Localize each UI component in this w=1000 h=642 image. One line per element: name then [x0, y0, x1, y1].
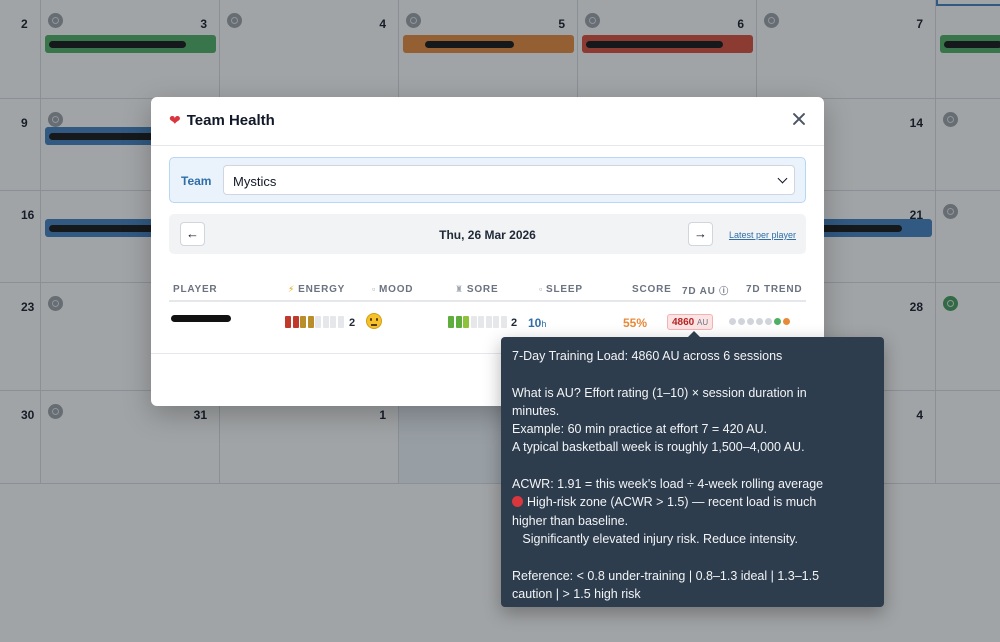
- date-navigation: ← Thu, 26 Mar 2026 → Latest per player: [169, 214, 806, 254]
- lightning-icon: ⚡: [288, 284, 296, 294]
- tooltip-typical-week: A typical basketball week is roughly 1,5…: [512, 440, 805, 455]
- column-header-mood[interactable]: ▫ MOOD: [372, 284, 413, 295]
- column-header-sleep-label: SLEEP: [546, 284, 583, 295]
- column-header-score[interactable]: SCORE: [632, 284, 672, 295]
- modal-header: ❤ Team Health: [151, 97, 824, 146]
- tooltip-risk-zone-cont: higher than baseline.: [512, 513, 629, 528]
- sleep-unit: h: [541, 319, 547, 329]
- modal-title-text: Team Health: [186, 112, 275, 129]
- trend-dots: [729, 318, 792, 325]
- team-select[interactable]: Mystics: [223, 165, 795, 195]
- sore-column-icon: ♜: [455, 284, 464, 294]
- energy-count: 2: [349, 317, 356, 329]
- latest-per-player-link[interactable]: Latest per player: [729, 230, 796, 240]
- tooltip-risk-zone-text: High-risk zone (ACWR > 1.5) — recent loa…: [527, 495, 817, 510]
- au-value: 4860: [672, 317, 695, 328]
- player-name-redacted: [171, 315, 231, 322]
- team-selector-box: Team Mystics: [169, 157, 806, 203]
- heart-icon: ❤: [169, 112, 181, 128]
- team-label: Team: [181, 174, 212, 188]
- sore-count: 2: [511, 317, 518, 329]
- mood-column-icon: ▫: [372, 284, 376, 294]
- next-day-button[interactable]: →: [688, 222, 713, 246]
- neutral-face-icon: [366, 313, 382, 329]
- tooltip-au-definition-cont: minutes.: [512, 403, 560, 418]
- sleep-value: 10h: [528, 316, 546, 330]
- column-header-energy-label: ENERGY: [298, 284, 346, 295]
- energy-bar: [285, 316, 345, 328]
- column-header-au-label: 7D AU: [682, 286, 716, 297]
- tooltip-reference: Reference: < 0.8 under-training | 0.8–1.…: [512, 568, 820, 583]
- column-header-player[interactable]: PLAYER: [173, 284, 217, 295]
- team-select-value: Mystics: [233, 174, 277, 189]
- column-header-mood-label: MOOD: [379, 284, 414, 295]
- tooltip-au-definition: What is AU? Effort rating (1–10) × sessi…: [512, 385, 807, 400]
- column-header-energy[interactable]: ⚡ ENERGY: [288, 284, 345, 295]
- column-header-trend[interactable]: 7D TREND: [746, 284, 802, 295]
- tooltip-summary: 7-Day Training Load: 4860 AU across 6 se…: [512, 349, 783, 363]
- sleep-column-icon: ▫: [539, 284, 543, 294]
- chevron-down-icon: [777, 173, 788, 184]
- column-header-sore-label: SORE: [466, 284, 499, 295]
- tooltip-reference-cont: caution | > 1.5 high risk: [512, 586, 641, 601]
- sore-bar: [448, 316, 508, 328]
- column-header-sore[interactable]: ♜ SORE: [455, 284, 498, 295]
- tooltip-example: Example: 60 min practice at effort 7 = 4…: [512, 422, 768, 437]
- info-icon[interactable]: ⓘ: [719, 286, 729, 296]
- close-button[interactable]: [790, 110, 808, 128]
- red-dot-icon: [512, 496, 523, 508]
- au-unit: AU: [697, 318, 709, 327]
- modal-title: ❤ Team Health: [169, 112, 275, 129]
- column-header-sleep[interactable]: ▫ SLEEP: [539, 284, 583, 295]
- column-header-au[interactable]: 7D AU ⓘ: [682, 284, 729, 297]
- tooltip-acwr: ACWR: 1.91 = this week's load ÷ 4-week r…: [512, 477, 824, 492]
- sleep-hours: 10: [528, 316, 542, 330]
- au-badge[interactable]: 4860 AU: [667, 314, 714, 330]
- tooltip-arrow: [688, 331, 700, 337]
- score-value: 55%: [623, 316, 648, 330]
- au-tooltip: 7-Day Training Load: 4860 AU across 6 se…: [501, 331, 884, 607]
- table-header: PLAYER ⚡ ENERGY ▫ MOOD ♜ SORE ▫ SLEEP SCORE …: [169, 282, 806, 302]
- table-row[interactable]: 2 2 10h 55% 4860 AU: [169, 310, 806, 334]
- tooltip-injury-risk: Significantly elevated injury risk. Redu…: [512, 531, 799, 546]
- tooltip-risk-zone: High-risk zone (ACWR > 1.5) — recent loa…: [512, 493, 873, 511]
